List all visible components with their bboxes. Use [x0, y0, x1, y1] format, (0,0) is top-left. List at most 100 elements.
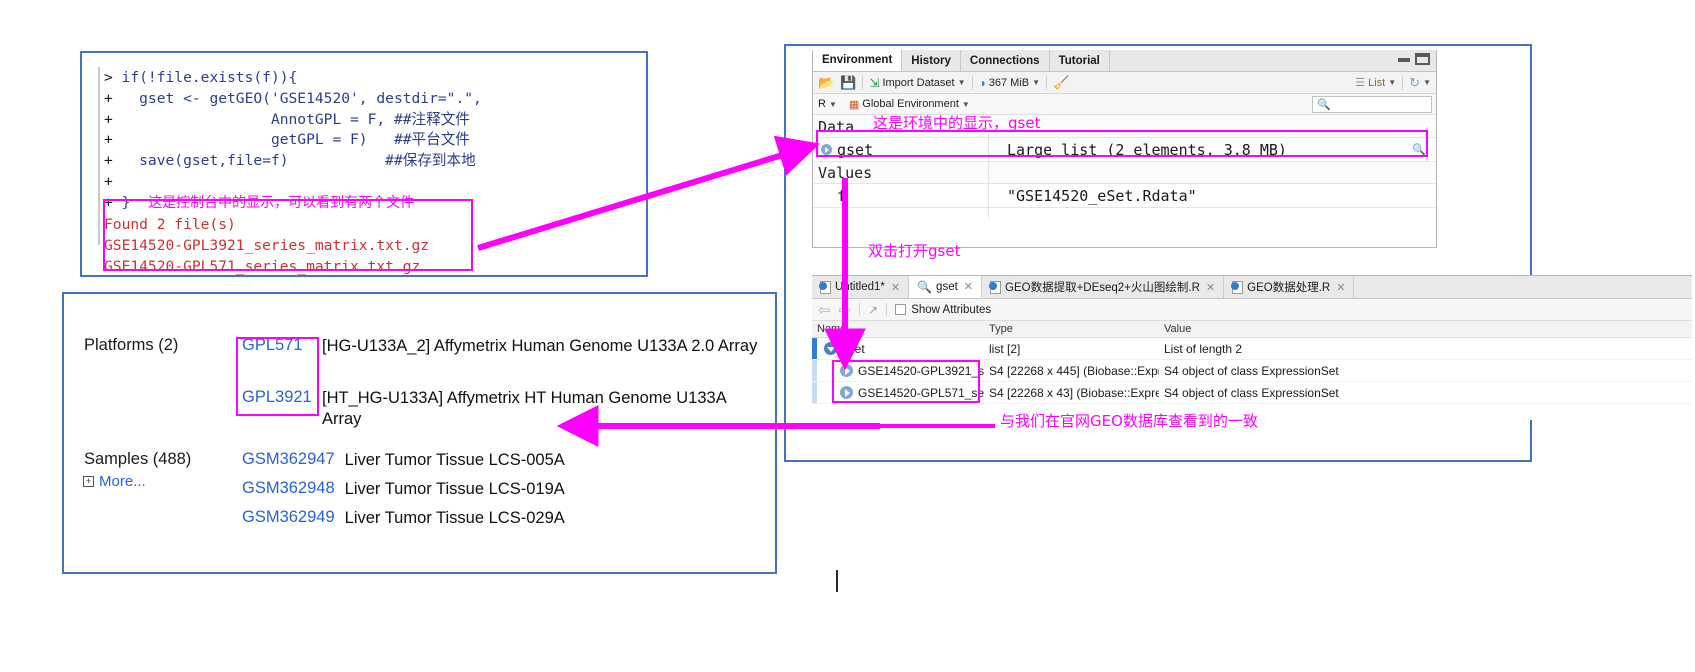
- column-header-type: Type: [989, 323, 1013, 335]
- memory-pie-icon: ◑: [978, 75, 986, 90]
- source-tab-untitled1[interactable]: Untitled1* ✕: [812, 276, 910, 298]
- annotation-double-click: 双击打开gset: [868, 242, 961, 260]
- close-icon[interactable]: ✕: [1206, 281, 1215, 294]
- memory-usage-button[interactable]: ◑ 367 MiB ▼: [979, 76, 1041, 90]
- tab-connections[interactable]: Connections: [961, 50, 1050, 71]
- environment-search-box[interactable]: 🔍: [1312, 96, 1432, 113]
- forward-arrow-icon[interactable]: ⇨: [839, 301, 852, 319]
- viewer-row-gpl571[interactable]: GSE14520-GPL571_seri... S4 [22268 x 43] …: [812, 382, 1692, 404]
- viewer-row-name: GSE14520-GPL571_seri...: [858, 385, 984, 400]
- viewer-cell-value: S4 object of class ExpressionSet: [1164, 385, 1339, 400]
- source-tab-label: GEO数据处理.R: [1247, 282, 1331, 294]
- chevron-down-icon: ▼: [1423, 78, 1431, 87]
- viewer-cell-value: List of length 2: [1164, 341, 1243, 356]
- chevron-down-icon: ▼: [957, 78, 966, 87]
- source-tab-label: GEO数据提取+DEseq2+火山图绘制.R: [1005, 282, 1200, 294]
- viewer-cell-value: S4 object of class ExpressionSet: [1164, 363, 1339, 378]
- sample-row-1: GSM362948 Liver Tumor Tissue LCS-019A: [242, 479, 565, 500]
- import-dataset-label: Import Dataset: [882, 76, 955, 89]
- expand-gpl571-icon[interactable]: [840, 386, 853, 399]
- console-line: + save(gset,file=f) ##保存到本地: [104, 152, 476, 170]
- sample-title: Liver Tumor Tissue LCS-029A: [344, 509, 565, 527]
- console-line: + AnnotGPL = F, ##注释文件: [104, 110, 470, 128]
- console-annotation: 这是控制台中的显示，可以看到有两个文件: [148, 194, 415, 211]
- row-selection-bar: [812, 360, 817, 381]
- viewer-toolbar: ⇦ ⇨ ↗ Show Attributes: [812, 299, 1692, 321]
- platform-description: [HT_HG-U133A] Affymetrix HT Human Genome…: [322, 389, 726, 428]
- platforms-label: Platforms (2): [84, 336, 179, 354]
- platform-accession-link[interactable]: GPL3921: [242, 388, 312, 407]
- platform-accession-link[interactable]: GPL571: [242, 336, 303, 355]
- viewer-row-gset[interactable]: gset list [2] List of length 2: [812, 338, 1692, 360]
- expand-gset-icon[interactable]: [821, 144, 832, 155]
- column-header-name: Name: [817, 323, 847, 335]
- show-attributes-checkbox-row[interactable]: Show Attributes: [895, 304, 991, 316]
- minimize-icon[interactable]: [1398, 58, 1410, 62]
- close-icon[interactable]: ✕: [964, 280, 973, 293]
- platform-row-0: GPL571: [242, 336, 303, 355]
- platforms-label-row: Platforms (2): [84, 336, 178, 355]
- close-icon[interactable]: ✕: [891, 281, 900, 294]
- environment-row-f[interactable]: f "GSE14520_eSet.Rdata": [813, 184, 1436, 208]
- console-line: + getGPL = F) ##平台文件: [104, 131, 470, 149]
- import-dataset-button[interactable]: ⇲ Import Dataset ▼: [869, 76, 965, 90]
- sample-accession-link[interactable]: GSM362949: [242, 508, 335, 529]
- viewer-column-headers: Name Type Value: [812, 321, 1692, 338]
- document-icon: [989, 280, 1002, 294]
- toolbar-divider: [971, 75, 973, 90]
- toolbar-divider: [1402, 75, 1404, 90]
- toolbar-divider: [862, 75, 864, 90]
- platform-description: [HG-U133A_2] Affymetrix Human Genome U13…: [322, 337, 758, 355]
- environment-var-name-cell: f: [813, 187, 1003, 205]
- collapse-gset-icon[interactable]: [824, 342, 837, 355]
- open-folder-icon[interactable]: 📂: [818, 75, 834, 91]
- chevron-down-icon: ▼: [961, 99, 970, 109]
- console-line: + gset <- getGEO('GSE14520', destdir="."…: [104, 89, 482, 107]
- language-selector[interactable]: R ▼: [818, 98, 837, 110]
- source-tab-geo-deseq2[interactable]: GEO数据提取+DEseq2+火山图绘制.R ✕: [982, 276, 1225, 298]
- viewer-cell-type: list [2]: [989, 341, 1021, 356]
- environment-var-name: f: [837, 186, 847, 205]
- chevron-down-icon: ▼: [1032, 78, 1041, 87]
- maximize-icon[interactable]: [1415, 53, 1430, 65]
- close-icon[interactable]: ✕: [1336, 281, 1345, 294]
- view-mode-selector[interactable]: ☰ List ▼: [1355, 76, 1397, 90]
- sample-row-0: GSM362947 Liver Tumor Tissue LCS-005A: [242, 450, 565, 471]
- environment-toolbar: 📂 💾 ⇲ Import Dataset ▼ ◑ 367 MiB ▼ 🧹 ☰ L…: [813, 72, 1436, 94]
- source-tab-geo-process[interactable]: GEO数据处理.R ✕: [1224, 276, 1355, 298]
- viewer-row-gpl3921[interactable]: GSE14520-GPL3921_ser... S4 [22268 x 445]…: [812, 360, 1692, 382]
- sample-title: Liver Tumor Tissue LCS-019A: [344, 480, 565, 498]
- search-icon: 🔍: [1317, 99, 1331, 111]
- viewer-cell-type: S4 [22268 x 445] (Biobase::Expre:: [989, 363, 1159, 378]
- sample-accession-link[interactable]: GSM362948: [242, 479, 335, 500]
- viewer-cell-name: GSE14520-GPL3921_ser...: [812, 360, 984, 381]
- popout-icon[interactable]: ↗: [868, 303, 878, 317]
- tab-history[interactable]: History: [902, 50, 961, 71]
- refresh-icon: ↻: [1409, 74, 1421, 90]
- view-gset-magnifier-icon[interactable]: 🔍: [1402, 143, 1436, 156]
- list-view-icon: ☰: [1355, 77, 1366, 89]
- save-icon[interactable]: 💾: [840, 75, 856, 91]
- source-tab-gset[interactable]: 🔍 gset ✕: [909, 276, 983, 298]
- console-output-line: GSE14520-GPL3921_series_matrix.txt.gz: [104, 236, 430, 254]
- chevron-down-icon: ▼: [1388, 78, 1397, 87]
- expand-gpl3921-icon[interactable]: [840, 364, 853, 377]
- sample-row-2: GSM362949 Liver Tumor Tissue LCS-029A: [242, 508, 565, 529]
- source-viewer-pane: Untitled1* ✕ 🔍 gset ✕ GEO数据提取+DEseq2+火山图…: [812, 275, 1692, 420]
- back-arrow-icon[interactable]: ⇦: [818, 301, 831, 319]
- sample-accession-link[interactable]: GSM362947: [242, 450, 335, 471]
- text-cursor-caret: [836, 570, 838, 592]
- console-line: +: [104, 172, 122, 190]
- toolbar-divider: [1046, 75, 1048, 90]
- more-link[interactable]: More...: [99, 473, 146, 490]
- refresh-button[interactable]: ↻ ▼: [1409, 75, 1431, 91]
- console-line-with-note: + } 这是控制台中的显示，可以看到有两个文件: [104, 193, 415, 211]
- tab-tutorial[interactable]: Tutorial: [1050, 50, 1110, 71]
- scope-selector[interactable]: ▦ Global Environment ▼: [849, 98, 970, 111]
- environment-row-gset[interactable]: gset Large list (2 elements, 3.8 MB) 🔍: [813, 138, 1436, 162]
- more-link-row[interactable]: + More...: [83, 473, 146, 490]
- show-attributes-checkbox[interactable]: [895, 304, 907, 315]
- clear-broom-icon[interactable]: 🧹: [1053, 75, 1069, 91]
- tab-environment[interactable]: Environment: [813, 50, 903, 71]
- memory-usage-label: 367 MiB: [988, 76, 1030, 89]
